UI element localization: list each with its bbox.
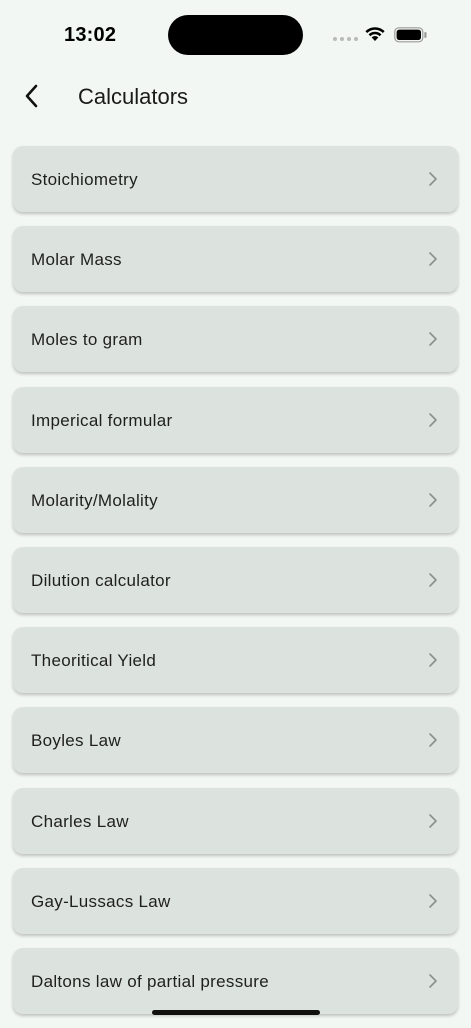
list-item-label: Stoichiometry	[31, 170, 138, 189]
list-item-label: Theoritical Yield	[31, 651, 157, 671]
chevron-right-icon	[429, 172, 437, 186]
list-item-label: Boyles Law	[31, 731, 121, 751]
chevron-right-icon	[429, 974, 437, 988]
app-header: Calculators	[0, 70, 471, 130]
list-item-boyles-law[interactable]: Boyles Law	[13, 707, 458, 774]
list-item-label: Moles to gram	[31, 330, 143, 350]
list-item-gay-lussacs-law[interactable]: Gay-Lussacs Law	[13, 867, 458, 934]
chevron-right-icon	[429, 573, 437, 587]
list-item-moles-to-gram[interactable]: Moles to gram	[13, 306, 458, 373]
status-bar: 13:02	[0, 0, 471, 70]
list-item-label: Daltons law of partial pressure	[31, 971, 269, 991]
list-item-label: Imperical formular	[31, 410, 173, 430]
chevron-right-icon	[429, 893, 437, 908]
list-item-label: Gay-Lussacs Law	[31, 891, 171, 911]
list-item-dilution-calculator[interactable]: Dilution calculator	[13, 546, 458, 613]
cellular-signal-icon	[333, 37, 358, 41]
dynamic-island	[168, 15, 303, 55]
calculator-list: Stoichiometry Molar Mass Moles to gram I…	[13, 146, 458, 1028]
chevron-left-icon	[25, 84, 38, 108]
chevron-right-icon	[429, 492, 437, 507]
list-item-molar-mass[interactable]: Molar Mass	[13, 226, 458, 293]
list-item-label: Molar Mass	[31, 250, 122, 270]
chevron-right-icon	[429, 653, 437, 667]
list-item-stoichiometry[interactable]: Stoichiometry	[13, 146, 458, 212]
chevron-right-icon	[429, 733, 437, 748]
back-button[interactable]	[16, 80, 48, 112]
chevron-right-icon	[429, 252, 437, 266]
list-item-label: Dilution calculator	[31, 570, 171, 590]
list-item-label: Charles Law	[31, 811, 129, 831]
chevron-right-icon	[429, 332, 437, 347]
list-item-charles-law[interactable]: Charles Law	[13, 787, 458, 854]
battery-icon	[394, 27, 427, 43]
list-item-daltons-law[interactable]: Daltons law of partial pressure	[13, 947, 458, 1014]
list-item-imperical-formular[interactable]: Imperical formular	[13, 386, 458, 453]
list-item-theoritical-yield[interactable]: Theoritical Yield	[13, 627, 458, 694]
chevron-right-icon	[429, 412, 437, 427]
page-title: Calculators	[78, 84, 189, 109]
wifi-icon	[365, 27, 385, 41]
list-item-label: Molarity/Molality	[31, 490, 158, 510]
list-item-molarity-molality[interactable]: Molarity/Molality	[13, 466, 458, 533]
status-time: 13:02	[64, 24, 117, 46]
chevron-right-icon	[429, 813, 437, 828]
home-indicator[interactable]	[152, 1010, 320, 1015]
